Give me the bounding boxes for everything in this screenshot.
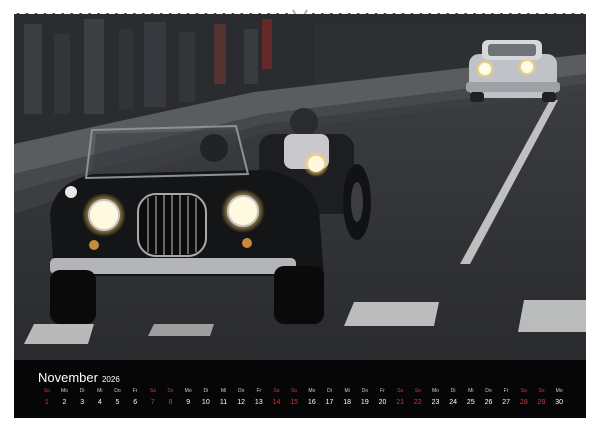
weekday-label: So: [43, 388, 50, 394]
weekday-label: Fr: [380, 388, 385, 394]
weekday-label: Mo: [432, 388, 439, 394]
day-number: 11: [219, 399, 228, 406]
day-number: 2: [62, 399, 67, 406]
day-cell: So 22: [409, 389, 427, 411]
day-cell: Do 12: [232, 389, 250, 411]
day-cell: Fr 27: [497, 389, 515, 411]
day-cell: Di 17: [321, 389, 339, 411]
day-cell: Sa 28: [515, 389, 533, 411]
day-number: 10: [201, 399, 210, 406]
weekday-label: Di: [203, 388, 209, 394]
weekday-label: Fr: [503, 388, 509, 394]
weekday-label: Fr: [132, 388, 138, 394]
day-cell: Do 19: [356, 389, 374, 411]
day-number: 29: [537, 399, 546, 406]
weekday-label: Mo: [308, 388, 316, 394]
day-number: 24: [449, 399, 458, 406]
day-number: 30: [555, 399, 564, 406]
day-cell: Di 3: [73, 389, 91, 411]
day-number: 15: [290, 399, 299, 406]
calendar-page: November 2026 So 1 Mo 2 Di 3 Mi 4 Do 5 Fr 6 Sa 7 So 8 Mo 9…: [0, 0, 600, 432]
day-cell: Di 24: [444, 389, 462, 411]
weekday-label: Di: [79, 388, 85, 394]
weekday-label: Do: [361, 388, 369, 394]
weekday-label: Do: [237, 388, 245, 394]
day-number: 5: [115, 399, 120, 406]
day-cell: Mo 30: [550, 389, 568, 411]
weekday-label: Di: [450, 388, 456, 394]
day-cell: So 29: [533, 389, 551, 411]
day-number: 18: [343, 399, 352, 406]
day-number: 12: [237, 399, 246, 406]
day-row: So 1 Mo 2 Di 3 Mi 4 Do 5 Fr 6 Sa 7 So 8 Mo 9 Di 10 Mi 11 Do 12 F…: [38, 389, 568, 411]
day-number: 20: [378, 399, 387, 406]
weekday-label: Sa: [149, 388, 156, 394]
day-number: 13: [254, 399, 263, 406]
day-number: 14: [272, 399, 281, 406]
weekday-label: Sa: [273, 388, 280, 394]
day-number: 26: [484, 399, 493, 406]
month-title: November 2026: [38, 370, 120, 385]
day-cell: Mo 9: [179, 389, 197, 411]
day-cell: Mi 4: [91, 389, 109, 411]
day-number: 4: [97, 399, 102, 406]
day-number: 3: [80, 399, 85, 406]
day-number: 17: [325, 399, 334, 406]
weekday-label: Mo: [555, 388, 563, 394]
weekday-label: So: [538, 388, 545, 394]
weekday-label: Mi: [220, 388, 227, 394]
day-cell: Mi 11: [215, 389, 233, 411]
day-number: 25: [466, 399, 475, 406]
day-cell: Mo 2: [56, 389, 74, 411]
month-name: November: [38, 370, 98, 385]
day-number: 27: [502, 399, 511, 406]
day-cell: Sa 21: [391, 389, 409, 411]
day-cell: So 15: [285, 389, 303, 411]
day-number: 23: [431, 399, 440, 406]
weekday-label: Do: [485, 388, 492, 394]
day-number: 16: [307, 399, 316, 406]
weekday-label: Sa: [520, 388, 527, 394]
day-number: 21: [396, 399, 405, 406]
weekday-label: Sa: [397, 388, 404, 394]
day-number: 9: [186, 399, 191, 406]
day-cell: Mo 16: [303, 389, 321, 411]
day-number: 6: [133, 399, 138, 406]
weekday-label: Mi: [344, 388, 350, 394]
day-number: 28: [519, 399, 528, 406]
day-cell: So 1: [38, 389, 56, 411]
weekday-label: Mi: [97, 388, 103, 394]
year-label: 2026: [101, 375, 120, 384]
weekday-label: So: [414, 388, 421, 394]
day-number: 22: [413, 399, 422, 406]
weekday-label: Mo: [61, 388, 68, 394]
day-cell: Mi 25: [462, 389, 480, 411]
day-number: 8: [168, 399, 173, 406]
day-cell: Sa 7: [144, 389, 162, 411]
day-cell: Fr 6: [126, 389, 144, 411]
weekday-label: So: [167, 388, 174, 394]
calendar-strip: November 2026 So 1 Mo 2 Di 3 Mi 4 Do 5 Fr 6 Sa 7 So 8 Mo 9…: [14, 360, 586, 418]
day-number: 1: [44, 399, 49, 406]
day-cell: Do 26: [480, 389, 498, 411]
race-photo: [14, 14, 586, 360]
day-number: 19: [360, 399, 369, 406]
day-cell: Sa 14: [268, 389, 286, 411]
day-cell: Fr 20: [374, 389, 392, 411]
weekday-label: Mo: [184, 388, 192, 394]
weekday-label: Di: [327, 388, 332, 394]
day-number: 7: [150, 399, 155, 406]
vintage-car-race-illustration: [14, 14, 586, 360]
weekday-label: Fr: [256, 388, 262, 394]
weekday-label: Mi: [468, 388, 474, 394]
day-cell: Mo 23: [427, 389, 445, 411]
day-cell: Do 5: [109, 389, 127, 411]
day-cell: Di 10: [197, 389, 215, 411]
weekday-label: Do: [114, 388, 121, 394]
weekday-label: So: [291, 388, 298, 394]
day-cell: Mi 18: [338, 389, 356, 411]
day-cell: So 8: [162, 389, 180, 411]
day-cell: Fr 13: [250, 389, 268, 411]
